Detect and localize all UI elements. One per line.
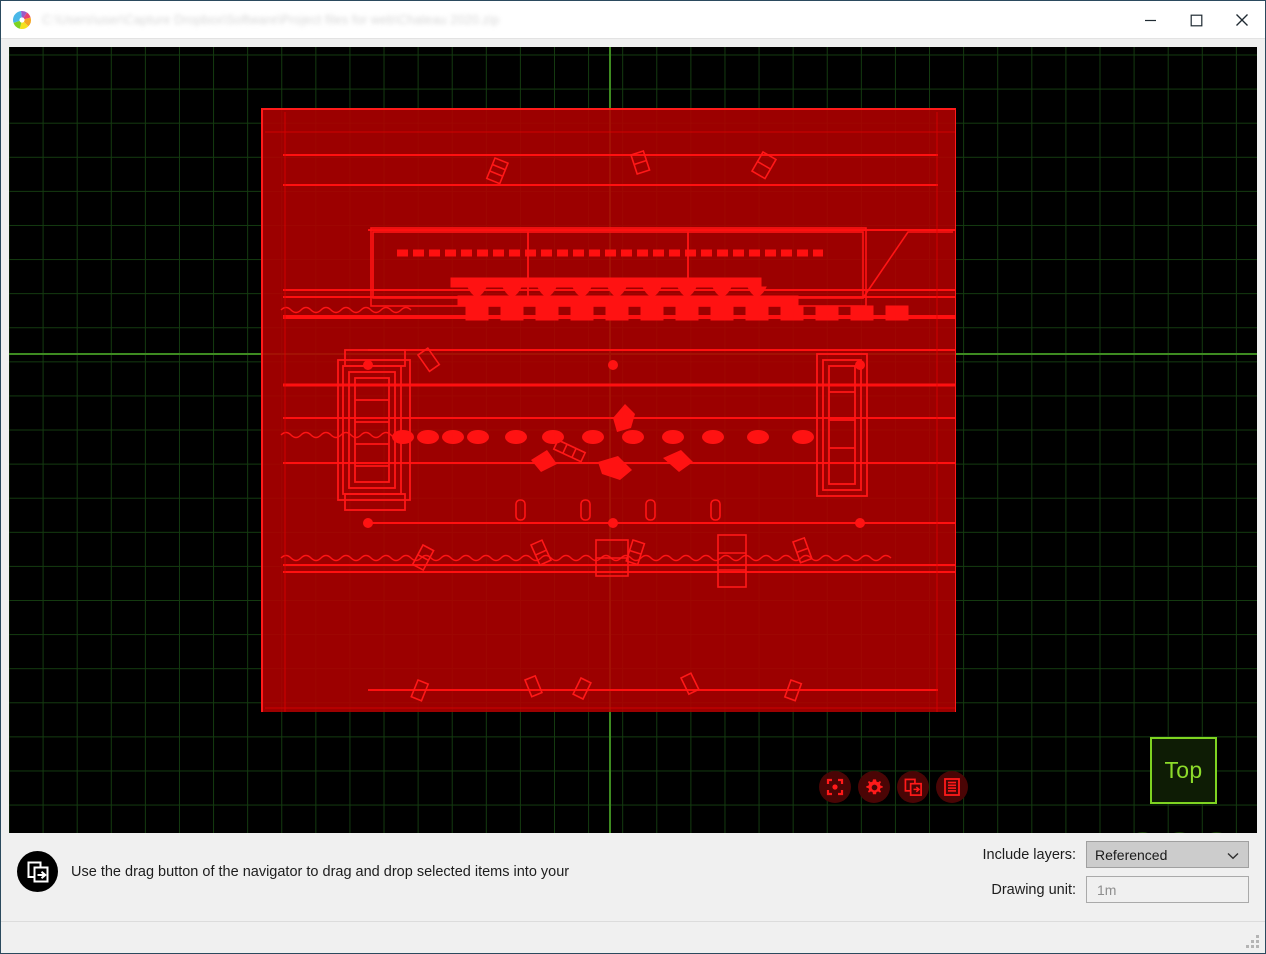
close-button[interactable] [1219, 1, 1265, 39]
minimize-button[interactable] [1127, 1, 1173, 39]
resize-grip[interactable] [1246, 935, 1260, 949]
hint-message: Use the drag button of the navigator to … [17, 851, 569, 892]
chevron-down-icon [1227, 847, 1239, 863]
gear-icon [865, 778, 883, 794]
window-controls [1127, 1, 1265, 39]
drawing-unit-row: Drawing unit: 1m [983, 876, 1249, 903]
bottom-bar: Use the drag button of the navigator to … [1, 833, 1265, 921]
layers-list-button[interactable] [936, 771, 968, 803]
include-layers-label: Include layers: [982, 846, 1077, 863]
drawing-unit-value: 1m [1097, 881, 1117, 898]
maximize-button[interactable] [1173, 1, 1219, 39]
cad-linework [265, 112, 955, 712]
maximize-icon [1190, 14, 1202, 26]
list-icon [944, 778, 960, 796]
drawing-unit-input[interactable]: 1m [1086, 876, 1249, 903]
cad-viewport[interactable]: Top [9, 47, 1257, 833]
viewport-container: Top [1, 39, 1265, 833]
minimize-icon [1144, 19, 1156, 21]
drawing-unit-label: Drawing unit: [991, 881, 1076, 898]
close-icon [1236, 14, 1248, 26]
fit-to-view-button[interactable] [819, 771, 851, 803]
view-cube[interactable]: Top [1150, 737, 1217, 804]
drag-drop-icon [17, 851, 58, 892]
pinwheel-logo-icon [11, 9, 33, 31]
include-layers-select[interactable]: Referenced [1086, 841, 1249, 868]
expand-icon [826, 778, 844, 796]
hint-text: Use the drag button of the navigator to … [71, 863, 570, 880]
application-window: C:\Users\user\Capture Dropbox\Software\P… [0, 0, 1266, 954]
include-layers-row: Include layers: Referenced [982, 841, 1249, 868]
status-strip [1, 921, 1265, 953]
import-options: Include layers: Referenced Drawing unit:… [982, 841, 1249, 903]
drag-drop-icon [904, 778, 922, 796]
viewport-toolbar [819, 771, 968, 803]
settings-button[interactable] [858, 771, 890, 803]
include-layers-value: Referenced [1095, 846, 1168, 863]
drag-drop-button[interactable] [897, 771, 929, 803]
title-bar[interactable]: C:\Users\user\Capture Dropbox\Software\P… [1, 1, 1265, 39]
window-title: C:\Users\user\Capture Dropbox\Software\P… [42, 12, 500, 27]
cad-drawing-overlay[interactable] [261, 108, 956, 712]
